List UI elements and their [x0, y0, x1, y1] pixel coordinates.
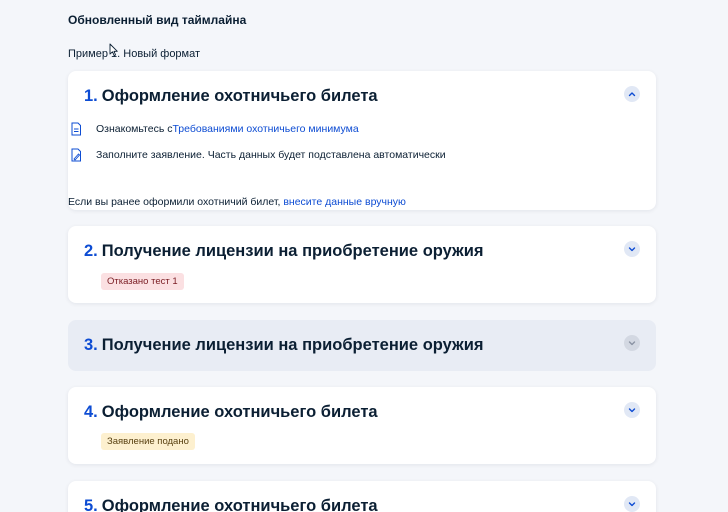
step-number: 2.: [84, 242, 98, 260]
application-item: Заполните заявление. Часть данных будет …: [70, 148, 446, 162]
step-number: 4.: [84, 403, 98, 421]
collapse-toggle-button[interactable]: [624, 86, 640, 102]
step-title-text: Получение лицензии на приобретение оружи…: [101, 242, 484, 260]
step-number: 1.: [84, 87, 98, 105]
expand-toggle-button[interactable]: [624, 335, 640, 351]
step-title-text: Получение лицензии на приобретение оружи…: [101, 336, 484, 354]
page-title: Обновленный вид таймлайна: [68, 13, 247, 27]
timeline-page: Обновленный вид таймлайна Пример 1. Новы…: [0, 0, 728, 512]
step-card-1: 1. Оформление охотничьего билета Ознакомь…: [68, 71, 656, 210]
step-card-4[interactable]: 4. Оформление охотничьего билета Заявлени…: [68, 387, 656, 464]
manual-entry-text: Если вы ранее оформили охотничий билет,: [68, 196, 284, 208]
expand-toggle-button[interactable]: [624, 241, 640, 257]
step-title-2[interactable]: 2. Получение лицензии на приобретение ору…: [84, 242, 483, 261]
manual-entry-note: Если вы ранее оформили охотничий билет, …: [68, 196, 406, 208]
step-number: 3.: [84, 336, 98, 354]
step-title-3[interactable]: 3. Получение лицензии на приобретение ору…: [84, 336, 483, 355]
manual-entry-link[interactable]: внесите данные вручную: [283, 196, 406, 208]
status-badge: Заявление подано: [101, 433, 195, 450]
step-title-4[interactable]: 4. Оформление охотничьего билета: [84, 403, 378, 422]
step-title-text: Оформление охотничьего билета: [101, 403, 378, 421]
step-title-text: Оформление охотничьего билета: [101, 497, 378, 512]
mouse-cursor-icon: [109, 43, 118, 57]
expand-toggle-button[interactable]: [624, 496, 640, 512]
form-edit-icon: [70, 148, 82, 162]
document-icon: [70, 122, 82, 136]
step-card-5[interactable]: 5. Оформление охотничьего билета: [68, 481, 656, 512]
expand-toggle-button[interactable]: [624, 402, 640, 418]
chevron-up-icon: [628, 92, 636, 97]
step-title-1[interactable]: 1. Оформление охотничьего билета: [84, 87, 378, 106]
chevron-down-icon: [628, 341, 636, 346]
step-title-text: Оформление охотничьего билета: [101, 87, 378, 105]
chevron-down-icon: [628, 502, 636, 507]
requirement-item: Ознакомьтесь с Требованиями охотничьего …: [70, 122, 359, 136]
chevron-down-icon: [628, 247, 636, 252]
chevron-down-icon: [628, 408, 636, 413]
status-badge: Отказано тест 1: [101, 273, 184, 290]
step-card-2[interactable]: 2. Получение лицензии на приобретение ору…: [68, 226, 656, 303]
step-number: 5.: [84, 497, 98, 512]
requirements-link[interactable]: Требованиями охотничьего минимума: [172, 123, 358, 135]
step-title-5[interactable]: 5. Оформление охотничьего билета: [84, 497, 378, 512]
requirement-text: Ознакомьтесь с: [96, 123, 173, 135]
example-label: Пример 1. Новый формат: [68, 48, 201, 60]
step-card-3[interactable]: 3. Получение лицензии на приобретение ору…: [68, 320, 656, 371]
application-text: Заполните заявление. Часть данных будет …: [96, 149, 446, 161]
